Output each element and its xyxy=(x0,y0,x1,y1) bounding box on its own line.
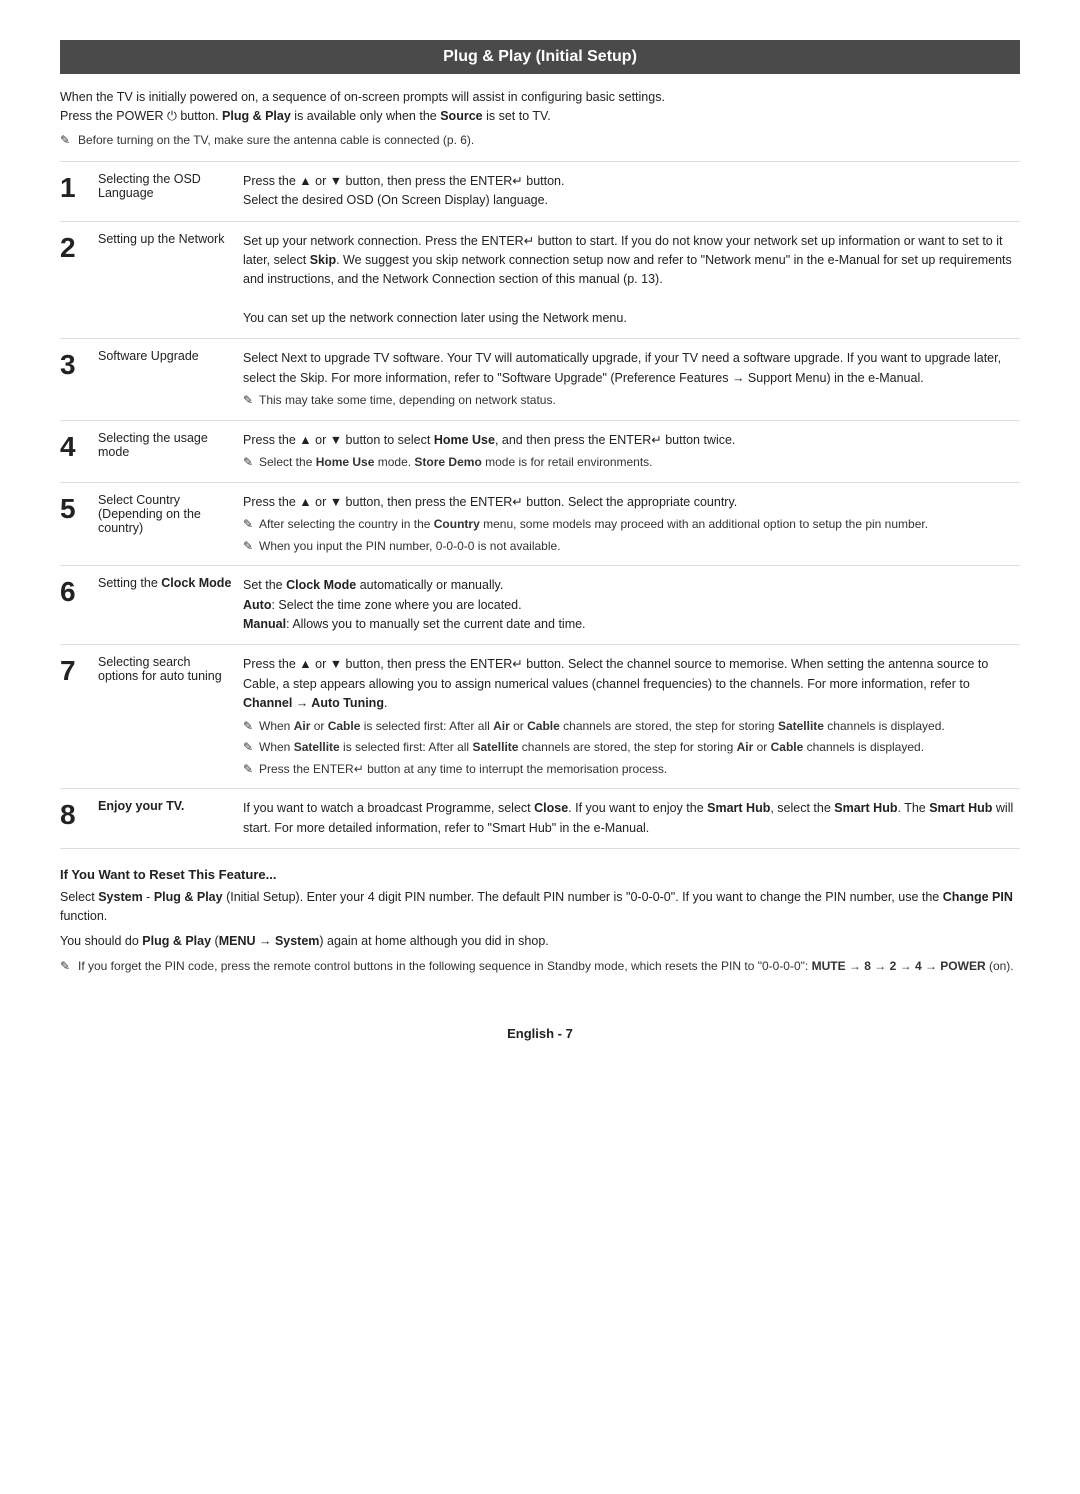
step-content-4: Press the ▲ or ▼ button to select Home U… xyxy=(243,420,1020,482)
step-label-1: Selecting the OSD Language xyxy=(98,161,243,221)
step-5-note-1: After selecting the country in the Count… xyxy=(243,515,1020,534)
step-content-5: Press the ▲ or ▼ button, then press the … xyxy=(243,482,1020,566)
step-label-8: Enjoy your TV. xyxy=(98,789,243,849)
intro-text-1: When the TV is initially powered on, a s… xyxy=(60,88,1020,127)
step-3-note-1: This may take some time, depending on ne… xyxy=(243,391,1020,410)
step-label-7: Selecting search options for auto tuning xyxy=(98,645,243,789)
step-row-6: 6 Setting the Clock Mode Set the Clock M… xyxy=(60,566,1020,645)
step-content-7: Press the ▲ or ▼ button, then press the … xyxy=(243,645,1020,789)
step-num-6: 6 xyxy=(60,566,98,645)
step-row-7: 7 Selecting search options for auto tuni… xyxy=(60,645,1020,789)
step-content-1: Press the ▲ or ▼ button, then press the … xyxy=(243,161,1020,221)
step-content-3: Select Next to upgrade TV software. Your… xyxy=(243,339,1020,420)
step-7-note-2: When Satellite is selected first: After … xyxy=(243,738,1020,757)
reset-section: If You Want to Reset This Feature... Sel… xyxy=(60,867,1020,976)
step-7-note-1: When Air or Cable is selected first: Aft… xyxy=(243,717,1020,736)
step-row-8: 8 Enjoy your TV. If you want to watch a … xyxy=(60,789,1020,849)
reset-title: If You Want to Reset This Feature... xyxy=(60,867,1020,882)
step-4-note-1: Select the Home Use mode. Store Demo mod… xyxy=(243,453,1020,472)
step-num-1: 1 xyxy=(60,161,98,221)
step-num-5: 5 xyxy=(60,482,98,566)
step-7-note-3: Press the ENTER↵ button at any time to i… xyxy=(243,760,1020,779)
step-label-3: Software Upgrade xyxy=(98,339,243,420)
step-num-3: 3 xyxy=(60,339,98,420)
page-container: Plug & Play (Initial Setup) When the TV … xyxy=(60,40,1020,1041)
intro-note: Before turning on the TV, make sure the … xyxy=(60,133,1020,147)
step-row-3: 3 Software Upgrade Select Next to upgrad… xyxy=(60,339,1020,420)
page-footer: English - 7 xyxy=(60,1016,1020,1041)
step-label-4: Selecting the usage mode xyxy=(98,420,243,482)
step-row-2: 2 Setting up the Network Set up your net… xyxy=(60,221,1020,339)
step-content-8: If you want to watch a broadcast Program… xyxy=(243,789,1020,849)
steps-table: 1 Selecting the OSD Language Press the ▲… xyxy=(60,161,1020,849)
step-row-5: 5 Select Country (Depending on the count… xyxy=(60,482,1020,566)
reset-text-1: Select System - Plug & Play (Initial Set… xyxy=(60,888,1020,927)
step-row-1: 1 Selecting the OSD Language Press the ▲… xyxy=(60,161,1020,221)
footer-pin-note: If you forget the PIN code, press the re… xyxy=(60,957,1020,976)
step-num-4: 4 xyxy=(60,420,98,482)
step-content-6: Set the Clock Mode automatically or manu… xyxy=(243,566,1020,645)
step-5-note-2: When you input the PIN number, 0-0-0-0 i… xyxy=(243,537,1020,556)
step-label-6: Setting the Clock Mode xyxy=(98,566,243,645)
step-content-2: Set up your network connection. Press th… xyxy=(243,221,1020,339)
step-num-8: 8 xyxy=(60,789,98,849)
main-title: Plug & Play (Initial Setup) xyxy=(60,40,1020,74)
step-label-5: Select Country (Depending on the country… xyxy=(98,482,243,566)
reset-text-2: You should do Plug & Play (MENU → System… xyxy=(60,932,1020,951)
step-row-4: 4 Selecting the usage mode Press the ▲ o… xyxy=(60,420,1020,482)
step-label-2: Setting up the Network xyxy=(98,221,243,339)
step-num-2: 2 xyxy=(60,221,98,339)
step-num-7: 7 xyxy=(60,645,98,789)
